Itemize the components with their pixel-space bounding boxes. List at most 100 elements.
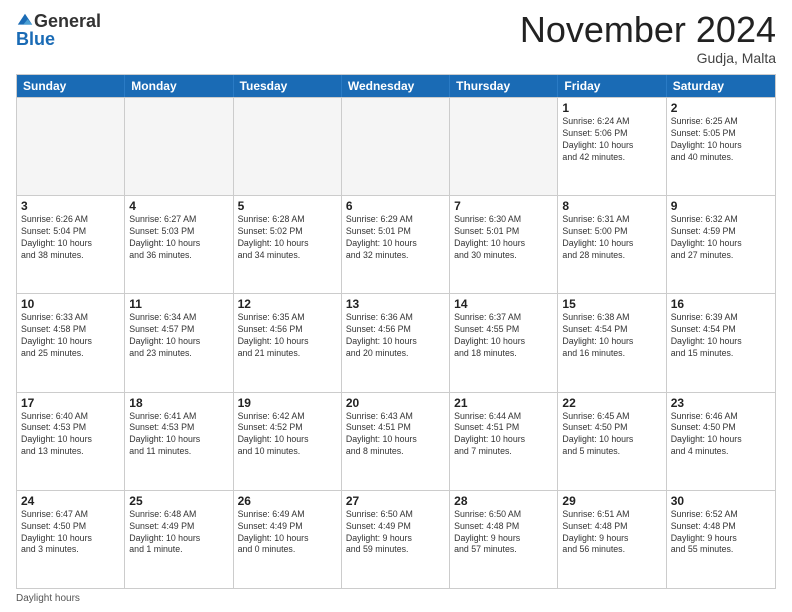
- calendar-cell: [342, 98, 450, 195]
- day-number: 25: [129, 494, 228, 508]
- day-info: Sunrise: 6:42 AM Sunset: 4:52 PM Dayligh…: [238, 411, 337, 459]
- header-right: November 2024 Gudja, Malta: [520, 12, 776, 66]
- day-number: 2: [671, 101, 771, 115]
- calendar-cell: 29Sunrise: 6:51 AM Sunset: 4:48 PM Dayli…: [558, 491, 666, 588]
- calendar-cell: 18Sunrise: 6:41 AM Sunset: 4:53 PM Dayli…: [125, 393, 233, 490]
- weekday-header-tuesday: Tuesday: [234, 75, 342, 97]
- calendar-week-1: 1Sunrise: 6:24 AM Sunset: 5:06 PM Daylig…: [17, 97, 775, 195]
- day-number: 9: [671, 199, 771, 213]
- weekday-header-wednesday: Wednesday: [342, 75, 450, 97]
- day-number: 3: [21, 199, 120, 213]
- calendar-week-4: 17Sunrise: 6:40 AM Sunset: 4:53 PM Dayli…: [17, 392, 775, 490]
- calendar-cell: 27Sunrise: 6:50 AM Sunset: 4:49 PM Dayli…: [342, 491, 450, 588]
- day-info: Sunrise: 6:32 AM Sunset: 4:59 PM Dayligh…: [671, 214, 771, 262]
- calendar-cell: 13Sunrise: 6:36 AM Sunset: 4:56 PM Dayli…: [342, 294, 450, 391]
- weekday-header-monday: Monday: [125, 75, 233, 97]
- location: Gudja, Malta: [520, 50, 776, 66]
- calendar-cell: 17Sunrise: 6:40 AM Sunset: 4:53 PM Dayli…: [17, 393, 125, 490]
- day-number: 14: [454, 297, 553, 311]
- calendar-cell: 15Sunrise: 6:38 AM Sunset: 4:54 PM Dayli…: [558, 294, 666, 391]
- calendar-cell: 24Sunrise: 6:47 AM Sunset: 4:50 PM Dayli…: [17, 491, 125, 588]
- day-number: 28: [454, 494, 553, 508]
- header: General Blue November 2024 Gudja, Malta: [16, 12, 776, 66]
- day-info: Sunrise: 6:48 AM Sunset: 4:49 PM Dayligh…: [129, 509, 228, 557]
- day-number: 15: [562, 297, 661, 311]
- day-info: Sunrise: 6:37 AM Sunset: 4:55 PM Dayligh…: [454, 312, 553, 360]
- calendar-cell: [125, 98, 233, 195]
- calendar-cell: 28Sunrise: 6:50 AM Sunset: 4:48 PM Dayli…: [450, 491, 558, 588]
- calendar-cell: 21Sunrise: 6:44 AM Sunset: 4:51 PM Dayli…: [450, 393, 558, 490]
- day-number: 24: [21, 494, 120, 508]
- calendar-cell: [17, 98, 125, 195]
- calendar-cell: [234, 98, 342, 195]
- day-info: Sunrise: 6:36 AM Sunset: 4:56 PM Dayligh…: [346, 312, 445, 360]
- calendar-cell: 1Sunrise: 6:24 AM Sunset: 5:06 PM Daylig…: [558, 98, 666, 195]
- day-info: Sunrise: 6:49 AM Sunset: 4:49 PM Dayligh…: [238, 509, 337, 557]
- calendar: SundayMondayTuesdayWednesdayThursdayFrid…: [16, 74, 776, 589]
- calendar-cell: [450, 98, 558, 195]
- day-info: Sunrise: 6:43 AM Sunset: 4:51 PM Dayligh…: [346, 411, 445, 459]
- calendar-week-3: 10Sunrise: 6:33 AM Sunset: 4:58 PM Dayli…: [17, 293, 775, 391]
- day-info: Sunrise: 6:30 AM Sunset: 5:01 PM Dayligh…: [454, 214, 553, 262]
- calendar-cell: 8Sunrise: 6:31 AM Sunset: 5:00 PM Daylig…: [558, 196, 666, 293]
- day-info: Sunrise: 6:28 AM Sunset: 5:02 PM Dayligh…: [238, 214, 337, 262]
- calendar-cell: 7Sunrise: 6:30 AM Sunset: 5:01 PM Daylig…: [450, 196, 558, 293]
- weekday-header-thursday: Thursday: [450, 75, 558, 97]
- calendar-cell: 6Sunrise: 6:29 AM Sunset: 5:01 PM Daylig…: [342, 196, 450, 293]
- logo-blue-text: Blue: [16, 30, 55, 48]
- day-number: 21: [454, 396, 553, 410]
- logo: General Blue: [16, 12, 101, 48]
- calendar-cell: 2Sunrise: 6:25 AM Sunset: 5:05 PM Daylig…: [667, 98, 775, 195]
- day-info: Sunrise: 6:38 AM Sunset: 4:54 PM Dayligh…: [562, 312, 661, 360]
- day-number: 29: [562, 494, 661, 508]
- day-info: Sunrise: 6:25 AM Sunset: 5:05 PM Dayligh…: [671, 116, 771, 164]
- calendar-cell: 30Sunrise: 6:52 AM Sunset: 4:48 PM Dayli…: [667, 491, 775, 588]
- logo-icon: [16, 12, 34, 30]
- day-info: Sunrise: 6:52 AM Sunset: 4:48 PM Dayligh…: [671, 509, 771, 557]
- calendar-cell: 16Sunrise: 6:39 AM Sunset: 4:54 PM Dayli…: [667, 294, 775, 391]
- day-number: 1: [562, 101, 661, 115]
- calendar-cell: 11Sunrise: 6:34 AM Sunset: 4:57 PM Dayli…: [125, 294, 233, 391]
- day-number: 17: [21, 396, 120, 410]
- day-info: Sunrise: 6:47 AM Sunset: 4:50 PM Dayligh…: [21, 509, 120, 557]
- weekday-header-friday: Friday: [558, 75, 666, 97]
- day-number: 23: [671, 396, 771, 410]
- weekday-header-sunday: Sunday: [17, 75, 125, 97]
- day-info: Sunrise: 6:26 AM Sunset: 5:04 PM Dayligh…: [21, 214, 120, 262]
- day-info: Sunrise: 6:44 AM Sunset: 4:51 PM Dayligh…: [454, 411, 553, 459]
- day-number: 6: [346, 199, 445, 213]
- calendar-cell: 26Sunrise: 6:49 AM Sunset: 4:49 PM Dayli…: [234, 491, 342, 588]
- day-info: Sunrise: 6:39 AM Sunset: 4:54 PM Dayligh…: [671, 312, 771, 360]
- calendar-cell: 22Sunrise: 6:45 AM Sunset: 4:50 PM Dayli…: [558, 393, 666, 490]
- day-number: 26: [238, 494, 337, 508]
- day-number: 4: [129, 199, 228, 213]
- day-info: Sunrise: 6:33 AM Sunset: 4:58 PM Dayligh…: [21, 312, 120, 360]
- calendar-cell: 3Sunrise: 6:26 AM Sunset: 5:04 PM Daylig…: [17, 196, 125, 293]
- day-info: Sunrise: 6:46 AM Sunset: 4:50 PM Dayligh…: [671, 411, 771, 459]
- day-number: 22: [562, 396, 661, 410]
- day-info: Sunrise: 6:24 AM Sunset: 5:06 PM Dayligh…: [562, 116, 661, 164]
- page: General Blue November 2024 Gudja, Malta …: [0, 0, 792, 612]
- calendar-cell: 20Sunrise: 6:43 AM Sunset: 4:51 PM Dayli…: [342, 393, 450, 490]
- calendar-cell: 19Sunrise: 6:42 AM Sunset: 4:52 PM Dayli…: [234, 393, 342, 490]
- day-info: Sunrise: 6:50 AM Sunset: 4:48 PM Dayligh…: [454, 509, 553, 557]
- calendar-cell: 4Sunrise: 6:27 AM Sunset: 5:03 PM Daylig…: [125, 196, 233, 293]
- calendar-cell: 12Sunrise: 6:35 AM Sunset: 4:56 PM Dayli…: [234, 294, 342, 391]
- day-number: 19: [238, 396, 337, 410]
- day-number: 12: [238, 297, 337, 311]
- footer: Daylight hours: [16, 593, 776, 604]
- day-number: 11: [129, 297, 228, 311]
- month-title: November 2024: [520, 12, 776, 48]
- day-number: 18: [129, 396, 228, 410]
- day-info: Sunrise: 6:51 AM Sunset: 4:48 PM Dayligh…: [562, 509, 661, 557]
- day-info: Sunrise: 6:50 AM Sunset: 4:49 PM Dayligh…: [346, 509, 445, 557]
- day-number: 27: [346, 494, 445, 508]
- day-info: Sunrise: 6:34 AM Sunset: 4:57 PM Dayligh…: [129, 312, 228, 360]
- day-info: Sunrise: 6:35 AM Sunset: 4:56 PM Dayligh…: [238, 312, 337, 360]
- calendar-cell: 25Sunrise: 6:48 AM Sunset: 4:49 PM Dayli…: [125, 491, 233, 588]
- calendar-body: 1Sunrise: 6:24 AM Sunset: 5:06 PM Daylig…: [17, 97, 775, 588]
- logo-general-text: General: [34, 12, 101, 30]
- calendar-cell: 23Sunrise: 6:46 AM Sunset: 4:50 PM Dayli…: [667, 393, 775, 490]
- day-number: 7: [454, 199, 553, 213]
- weekday-header-saturday: Saturday: [667, 75, 775, 97]
